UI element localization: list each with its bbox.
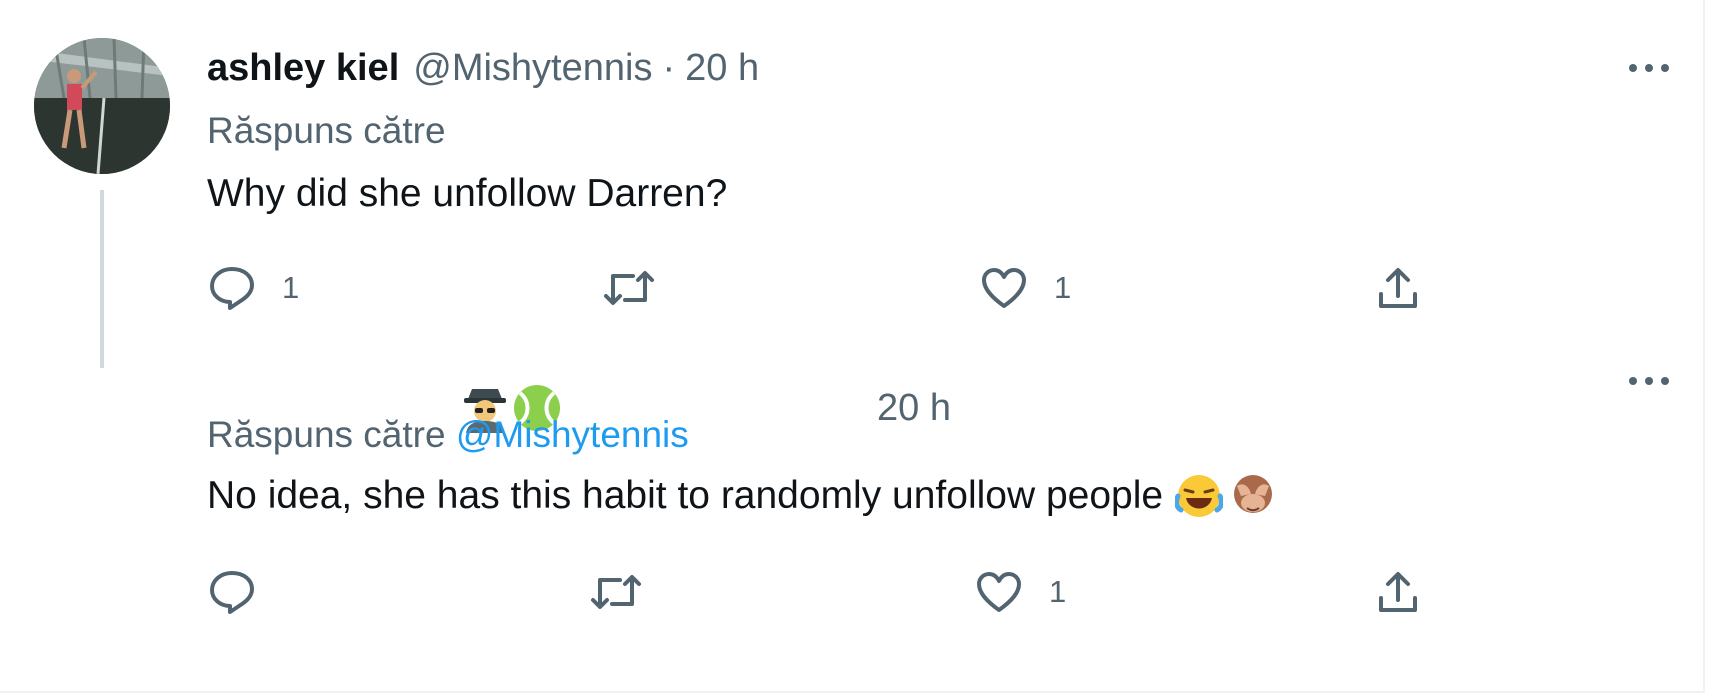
reply-count: 1	[282, 270, 300, 305]
replying-to: Răspuns către	[207, 108, 446, 154]
like-icon	[977, 572, 1021, 612]
tweet-text-row: No idea, she has this habit to randomly …	[207, 472, 1277, 520]
mention-link[interactable]: @Mishytennis	[456, 414, 689, 455]
see-no-evil-monkey-emoji-icon	[1234, 475, 1273, 513]
tweet-1[interactable]: ashley kiel @Mishytennis · 20 h Răspuns …	[0, 0, 1709, 370]
like-icon	[982, 268, 1026, 308]
laughing-emoji-icon	[1175, 475, 1224, 517]
retweet-button[interactable]	[590, 568, 642, 616]
retweet-icon	[604, 271, 654, 305]
separator: ·	[662, 47, 676, 89]
tweet-text: No idea, she has this habit to randomly …	[207, 474, 1164, 517]
reply-icon	[210, 571, 254, 614]
like-button[interactable]: 1	[980, 264, 1071, 312]
reply-button[interactable]: 1	[208, 264, 299, 312]
reply-icon	[210, 267, 254, 310]
thread-line	[100, 190, 104, 368]
more-icon[interactable]	[1625, 357, 1673, 405]
like-count: 1	[1049, 574, 1067, 609]
replying-prefix: Răspuns către	[207, 414, 446, 455]
replying-to: Răspuns către @Mishytennis	[207, 412, 689, 458]
avatar[interactable]	[34, 38, 170, 174]
author-name[interactable]: ashley kiel	[207, 44, 399, 92]
retweet-icon	[591, 575, 641, 609]
author-handle[interactable]: @Mishytennis	[413, 44, 652, 92]
share-icon	[1379, 268, 1417, 308]
share-button[interactable]	[1376, 264, 1420, 312]
tweet-header: ashley kiel @Mishytennis · 20 h	[207, 44, 759, 92]
retweet-button[interactable]	[603, 264, 655, 312]
timestamp[interactable]: 20 h	[685, 44, 759, 92]
more-icon[interactable]	[1625, 44, 1673, 92]
like-count: 1	[1054, 270, 1072, 305]
tweet-text: Why did she unfollow Darren?	[207, 172, 728, 215]
like-button[interactable]: 1	[975, 568, 1066, 616]
replying-prefix: Răspuns către	[207, 110, 446, 151]
share-button[interactable]	[1376, 568, 1420, 616]
reply-button[interactable]	[208, 568, 256, 616]
share-icon	[1379, 572, 1417, 612]
tweet-2[interactable]: 20 h Răspuns către @Mishytennis No idea,…	[0, 370, 1709, 693]
timestamp[interactable]: 20 h	[877, 384, 951, 432]
